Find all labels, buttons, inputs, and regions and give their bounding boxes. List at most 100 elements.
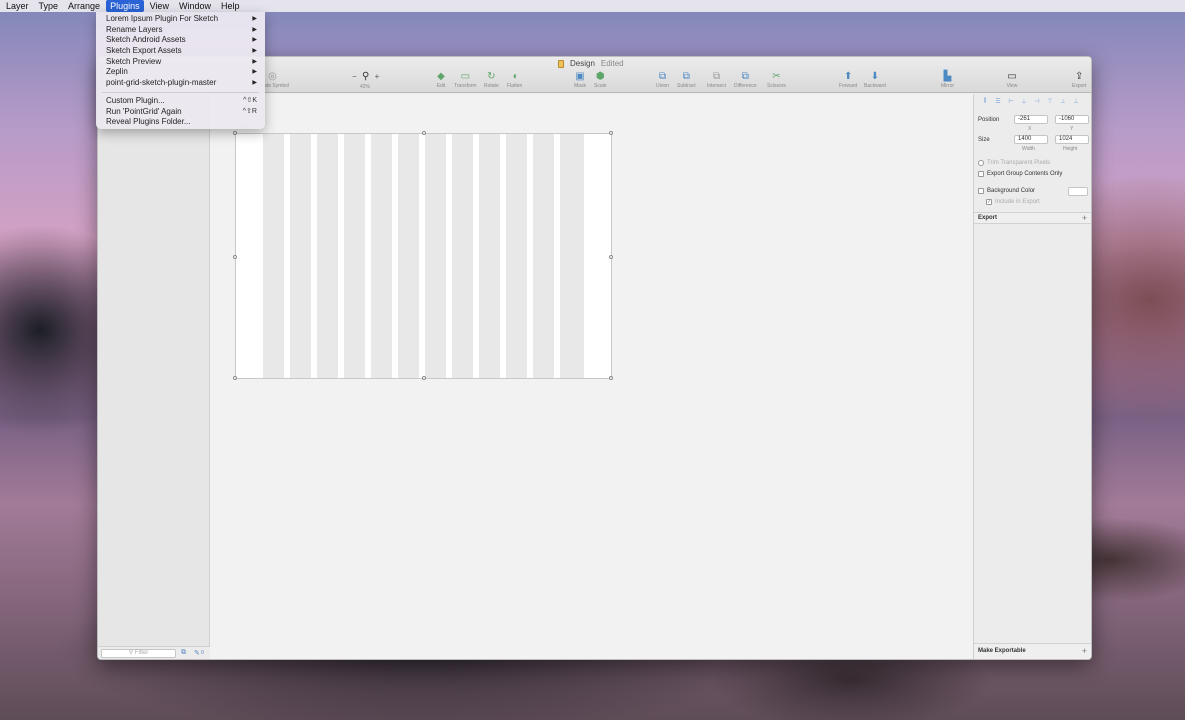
- backward-icon: ⬇: [870, 71, 880, 82]
- height-field[interactable]: 1024: [1055, 135, 1089, 144]
- background-color-swatch[interactable]: [1068, 187, 1088, 196]
- tool-label: Scale: [594, 83, 607, 89]
- resize-handle[interactable]: [422, 376, 426, 380]
- resize-handle[interactable]: [233, 255, 237, 259]
- view-button[interactable]: ▭ View: [1006, 71, 1018, 89]
- artboard[interactable]: [233, 131, 613, 380]
- distribute-vertical-icon[interactable]: ☰: [993, 98, 1003, 106]
- align-middle-icon[interactable]: ⊥: [1058, 98, 1068, 106]
- background-color-label: Background Color: [987, 188, 1036, 194]
- difference-icon: ⧉: [741, 71, 749, 82]
- tool-label: Transform: [454, 83, 477, 89]
- submenu-arrow-icon: ▶: [252, 48, 257, 55]
- scissors-button[interactable]: ✂ Scissors: [767, 71, 786, 89]
- resize-handle[interactable]: [609, 376, 613, 380]
- resize-handle[interactable]: [422, 131, 426, 135]
- distribute-horizontal-icon[interactable]: ⫼: [980, 98, 990, 106]
- export-button[interactable]: ⇪ Export: [1072, 71, 1086, 89]
- tool-label: Edit: [436, 83, 446, 89]
- backward-button[interactable]: ⬇ Backward: [864, 71, 886, 89]
- union-button[interactable]: ⧉ Union: [656, 71, 669, 89]
- tool-label: View: [1006, 83, 1018, 89]
- filter-bar: ⚲ Filter ⧉ ✎ 0: [98, 646, 210, 659]
- make-exportable-plus-button[interactable]: +: [1082, 644, 1087, 659]
- menu-item-sketch-preview[interactable]: Sketch Preview ▶: [96, 57, 265, 68]
- filter-input[interactable]: ⚲ Filter: [101, 649, 176, 658]
- grid-column: [371, 134, 392, 378]
- share-icon: ⇪: [1075, 71, 1084, 82]
- menu-arrange[interactable]: Arrange: [64, 0, 104, 12]
- canvas[interactable]: 1400: [210, 94, 973, 659]
- scale-button[interactable]: ⬢ Scale: [594, 71, 607, 89]
- zoom-out-button[interactable]: −: [352, 72, 357, 81]
- menu-layer[interactable]: Layer: [2, 0, 33, 12]
- forward-button[interactable]: ⬆ Forward: [839, 71, 857, 89]
- grid-column: [425, 134, 446, 378]
- menu-item-custom-plugin[interactable]: Custom Plugin... ^⇧K: [96, 96, 265, 107]
- mask-button[interactable]: ▣ Mask: [574, 71, 586, 89]
- menu-item-zeplin[interactable]: Zeplin ▶: [96, 67, 265, 78]
- export-group-contents-checkbox[interactable]: [978, 171, 984, 177]
- align-left-icon[interactable]: ⊢: [1006, 98, 1016, 106]
- intersect-icon: ⧉: [713, 71, 721, 82]
- position-label: Position: [978, 116, 1000, 123]
- add-export-button[interactable]: +: [1082, 213, 1087, 223]
- menu-shortcut: ^⇧K: [243, 96, 257, 104]
- scale-icon: ⬢: [595, 71, 605, 82]
- flatten-icon: ◖: [511, 71, 518, 82]
- menu-item-label: Reveal Plugins Folder...: [106, 117, 191, 127]
- menu-item-reveal-folder[interactable]: Reveal Plugins Folder...: [96, 117, 265, 128]
- align-bottom-icon[interactable]: ⊥: [1071, 98, 1081, 106]
- resize-handle[interactable]: [609, 131, 613, 135]
- resize-handle[interactable]: [233, 131, 237, 135]
- flatten-button[interactable]: ◖ Flatten: [507, 71, 522, 89]
- edit-button[interactable]: ◆ Edit: [435, 71, 447, 89]
- mask-icon: ▣: [575, 71, 585, 82]
- menu-item-lorem-ipsum[interactable]: Lorem Ipsum Plugin For Sketch ▶: [96, 14, 265, 25]
- difference-button[interactable]: ⧉ Difference: [734, 71, 757, 89]
- trim-transparent-radio[interactable]: [978, 160, 984, 166]
- submenu-arrow-icon: ▶: [252, 69, 257, 76]
- make-exportable-bar: Make Exportable +: [974, 643, 1091, 659]
- menu-item-run-again[interactable]: Run 'PointGrid' Again ^⇧R: [96, 107, 265, 118]
- subtract-button[interactable]: ⧉ Subtract: [677, 71, 696, 89]
- menu-type[interactable]: Type: [35, 0, 63, 12]
- resize-handle[interactable]: [609, 255, 613, 259]
- menu-item-export-assets[interactable]: Sketch Export Assets ▶: [96, 46, 265, 57]
- width-field[interactable]: 1400: [1014, 135, 1048, 144]
- menu-item-label: Sketch Android Assets: [106, 35, 186, 45]
- align-top-icon[interactable]: ⊤: [1045, 98, 1055, 106]
- x-field[interactable]: -261: [1014, 115, 1048, 124]
- menu-help[interactable]: Help: [217, 0, 244, 12]
- filter-placeholder: Filter: [134, 650, 149, 656]
- align-center-icon[interactable]: ⊥: [1019, 98, 1029, 106]
- include-in-export-checkbox[interactable]: ✓: [986, 199, 992, 205]
- make-exportable-label[interactable]: Make Exportable: [978, 648, 1026, 654]
- intersect-button[interactable]: ⧉ Intersect: [707, 71, 726, 89]
- align-right-icon[interactable]: ⊣: [1032, 98, 1042, 106]
- menu-item-rename-layers[interactable]: Rename Layers ▶: [96, 25, 265, 36]
- menu-item-point-grid[interactable]: point-grid-sketch-plugin-master ▶: [96, 78, 265, 89]
- rotate-button[interactable]: ↻ Rotate: [484, 71, 499, 89]
- menu-window[interactable]: Window: [175, 0, 215, 12]
- background-color-checkbox[interactable]: [978, 188, 984, 194]
- menu-view[interactable]: View: [146, 0, 173, 12]
- resize-handle[interactable]: [233, 376, 237, 380]
- menu-plugins[interactable]: Plugins: [106, 0, 144, 12]
- document-name: Design: [570, 59, 595, 68]
- zoom-control: − ⚲ +: [352, 71, 379, 82]
- edit-filter-icon[interactable]: ✎: [194, 649, 200, 657]
- tool-label: Difference: [734, 83, 757, 89]
- zoom-in-button[interactable]: +: [375, 72, 380, 81]
- document-status: Edited: [600, 59, 624, 68]
- y-field[interactable]: -1060: [1055, 115, 1089, 124]
- menu-item-android-assets[interactable]: Sketch Android Assets ▶: [96, 35, 265, 46]
- pages-icon[interactable]: ⧉: [181, 649, 186, 657]
- menubar: Layer Type Arrange Plugins View Window H…: [0, 0, 1185, 12]
- transform-button[interactable]: ▭ Transform: [454, 71, 477, 89]
- include-in-export-label: Include in Export: [995, 199, 1040, 205]
- menu-item-label: Custom Plugin...: [106, 95, 165, 105]
- mirror-button[interactable]: ▙ Mirror: [941, 71, 954, 89]
- plugins-menu: Lorem Ipsum Plugin For Sketch ▶ Rename L…: [96, 12, 265, 129]
- menu-item-label: Zeplin: [106, 67, 128, 77]
